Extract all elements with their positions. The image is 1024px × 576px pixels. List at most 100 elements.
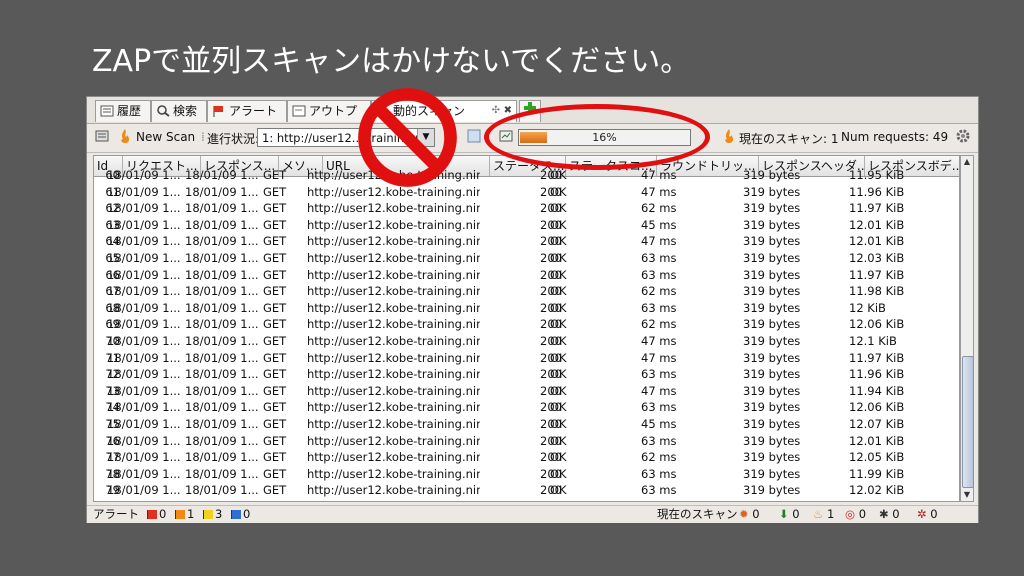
alert-flag-icon <box>212 103 226 117</box>
cell-header: 319 bytes <box>743 201 801 216</box>
table-row[interactable]: 66 18/01/09 1... 18/01/09 1... GET http://us… <box>94 267 959 284</box>
table-row[interactable]: 75 18/01/09 1... 18/01/09 1... GET http://us… <box>94 416 959 433</box>
cell-res: 18/01/09 1... <box>185 367 259 382</box>
status-fuzzer: ◎ 0 <box>845 506 866 523</box>
cell-method: GET <box>263 184 287 199</box>
table-row[interactable]: 78 18/01/09 1... 18/01/09 1... GET http://us… <box>94 466 959 483</box>
cell-req: 18/01/09 1... <box>107 450 181 465</box>
cell-rtt: 62 ms <box>641 317 677 332</box>
cell-method: GET <box>263 334 287 348</box>
cell-header: 319 bytes <box>743 367 801 382</box>
table-row[interactable]: 65 18/01/09 1... 18/01/09 1... GET http://us… <box>94 250 959 267</box>
table-row[interactable]: 74 18/01/09 1... 18/01/09 1... GET http://us… <box>94 399 959 416</box>
cell-res: 18/01/09 1... <box>185 400 259 415</box>
tab-search[interactable]: 検索 <box>151 100 207 122</box>
scroll-down-icon[interactable]: ▼ <box>961 489 973 501</box>
cell-rtt: 45 ms <box>641 417 677 431</box>
cell-req: 18/01/09 1... <box>107 367 181 382</box>
cell-url: http://user12.kobe-training.ninj... <box>307 350 480 365</box>
tab-history[interactable]: 履歴 <box>95 100 151 122</box>
pause-icon[interactable] <box>467 129 481 146</box>
flag-medium-count: 1 <box>187 507 195 521</box>
cell-method: GET <box>263 433 287 448</box>
cell-req: 18/01/09 1... <box>107 466 181 481</box>
spider-count: 0 <box>752 507 760 521</box>
cell-header: 319 bytes <box>743 251 801 265</box>
tab-output-label: アウトプ <box>309 104 358 118</box>
status-alerts-label: アラート <box>93 507 139 521</box>
high-flag-icon <box>147 510 157 519</box>
status-spider: ✹ 0 <box>739 506 760 523</box>
tab-alerts[interactable]: アラート <box>207 100 287 122</box>
flag-low[interactable]: 3 <box>203 506 222 523</box>
gear-icon[interactable] <box>955 128 971 147</box>
shield-down-icon: ⬇ <box>779 507 789 521</box>
flag-medium[interactable]: 1 <box>175 506 194 523</box>
table-row[interactable]: 67 18/01/09 1... 18/01/09 1... GET http://us… <box>94 283 959 300</box>
cell-reason: OK <box>550 267 567 282</box>
table-row[interactable]: 63 18/01/09 1... 18/01/09 1... GET http://us… <box>94 217 959 234</box>
cell-reason: OK <box>550 466 567 481</box>
cell-method: GET <box>263 251 287 265</box>
slide-title: ZAPで並列スキャンはかけないでください。 <box>92 44 691 79</box>
table-row[interactable]: 62 18/01/09 1... 18/01/09 1... GET http://us… <box>94 200 959 217</box>
cell-res: 18/01/09 1... <box>185 284 259 299</box>
flag-high[interactable]: 0 <box>147 506 166 523</box>
cell-reason: OK <box>550 383 567 398</box>
cell-reason: OK <box>550 251 567 265</box>
new-scan-button[interactable]: New Scan <box>136 130 195 144</box>
vertical-scrollbar[interactable]: ▲ ▼ <box>960 155 974 502</box>
table-row[interactable]: 73 18/01/09 1... 18/01/09 1... GET http://us… <box>94 383 959 400</box>
cell-reason: OK <box>550 350 567 365</box>
table-row[interactable]: 70 18/01/09 1... 18/01/09 1... GET http://us… <box>94 333 959 350</box>
panel-icon[interactable] <box>95 129 109 146</box>
flag-info-count: 0 <box>243 507 251 521</box>
cell-req: 18/01/09 1... <box>107 300 181 315</box>
cell-res: 18/01/09 1... <box>185 251 259 265</box>
table-row[interactable]: 61 18/01/09 1... 18/01/09 1... GET http://us… <box>94 184 959 201</box>
cell-header: 319 bytes <box>743 433 801 448</box>
prohibited-icon <box>358 88 457 187</box>
search-icon <box>156 103 170 117</box>
flag-info[interactable]: 0 <box>231 506 250 523</box>
spider2-count: 0 <box>892 507 900 521</box>
cell-res: 18/01/09 1... <box>185 300 259 315</box>
cell-req: 18/01/09 1... <box>107 234 181 249</box>
spider-icon: ✱ <box>879 507 889 521</box>
cell-req: 18/01/09 1... <box>107 184 181 199</box>
pin-icon[interactable]: ✣ <box>492 101 500 121</box>
cell-url: http://user12.kobe-training.ninj... <box>307 433 480 448</box>
ajax-spider-icon: ✲ <box>917 507 927 521</box>
history-table: Id リクエスト... レスポンス... メソ... URL ステータス... ステータスコ… <box>93 155 960 502</box>
cell-body: 11.96 KiB <box>849 367 905 382</box>
cell-req: 18/01/09 1... <box>107 201 181 216</box>
table-row[interactable]: 60 18/01/09 1... 18/01/09 1... GET http://us… <box>94 167 959 184</box>
cell-reason: OK <box>550 201 567 216</box>
cell-rtt: 63 ms <box>641 466 677 481</box>
table-row[interactable]: 64 18/01/09 1... 18/01/09 1... GET http://us… <box>94 233 959 250</box>
current-scan-icon <box>723 128 735 147</box>
cell-res: 18/01/09 1... <box>185 168 259 182</box>
cell-url: http://user12.kobe-training.ninj... <box>307 417 480 431</box>
table-row[interactable]: 68 18/01/09 1... 18/01/09 1... GET http://us… <box>94 300 959 317</box>
cell-header: 319 bytes <box>743 217 801 232</box>
table-row[interactable]: 79 18/01/09 1... 18/01/09 1... GET http://us… <box>94 482 959 499</box>
cell-method: GET <box>263 217 287 232</box>
cell-header: 319 bytes <box>743 168 801 182</box>
cell-rtt: 47 ms <box>641 168 677 182</box>
cell-req: 18/01/09 1... <box>107 417 181 431</box>
scrollbar-thumb[interactable] <box>962 356 974 488</box>
cell-rtt: 47 ms <box>641 383 677 398</box>
cell-reason: OK <box>550 417 567 431</box>
scroll-up-icon[interactable]: ▲ <box>961 156 973 168</box>
table-row[interactable]: 76 18/01/09 1... 18/01/09 1... GET http://us… <box>94 433 959 450</box>
table-row[interactable]: 77 18/01/09 1... 18/01/09 1... GET http://us… <box>94 449 959 466</box>
table-row[interactable]: 69 18/01/09 1... 18/01/09 1... GET http://us… <box>94 316 959 333</box>
cell-url: http://user12.kobe-training.ninj... <box>307 334 480 348</box>
cell-req: 18/01/09 1... <box>107 217 181 232</box>
cell-body: 12.06 KiB <box>849 400 905 415</box>
cell-body: 12.05 KiB <box>849 450 905 465</box>
table-row[interactable]: 72 18/01/09 1... 18/01/09 1... GET http://us… <box>94 366 959 383</box>
table-row[interactable]: 71 18/01/09 1... 18/01/09 1... GET http://us… <box>94 350 959 367</box>
cell-reason: OK <box>550 300 567 315</box>
